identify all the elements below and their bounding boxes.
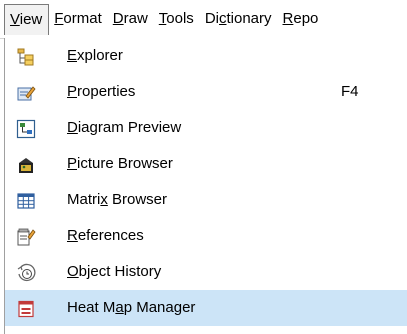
menu-item-shortcut: F4 (341, 83, 359, 100)
view-menu-dropdown: Explorer Properties F4 Diagram Preview P… (4, 38, 407, 334)
object-history-post: bject History (78, 263, 162, 280)
menu-item-label: Matrix Browser (67, 182, 167, 218)
menubar-draw-post: raw (123, 10, 148, 27)
references-icon (17, 228, 36, 246)
explorer-post: xplorer (77, 47, 123, 64)
menubar-report[interactable]: Repo (278, 4, 325, 34)
menu-item-object-history[interactable]: Object History (5, 254, 407, 290)
picture-browser-mnemonic: P (67, 155, 78, 172)
menubar-tools[interactable]: Tools (154, 4, 200, 34)
menubar-view-post: iew (19, 10, 43, 28)
menu-item-matrix-browser[interactable]: Matrix Browser (5, 182, 407, 218)
menu-item-label: Picture Browser (67, 146, 173, 182)
references-post: eferences (77, 227, 144, 244)
heat-map-manager-pre: Heat M (67, 299, 116, 316)
diagram-preview-post: iagram Preview (77, 119, 182, 136)
menubar-dictionary-post: tionary (226, 10, 272, 27)
menu-item-label: References (67, 218, 144, 254)
object-history-icon (17, 263, 36, 282)
matrix-browser-post: Browser (107, 191, 168, 208)
folder-tree-icon (17, 48, 34, 66)
menubar-draw-mnemonic: D (112, 10, 124, 27)
explorer-mnemonic: E (67, 47, 78, 64)
menu-item-picture-browser[interactable]: Picture Browser (5, 146, 407, 182)
diagram-preview-mnemonic: D (67, 119, 78, 136)
menubar-dictionary-pre: Di (204, 10, 219, 27)
menu-item-label: Object History (67, 254, 161, 290)
menu-item-references[interactable]: References (5, 218, 407, 254)
menubar-report-post: epo (293, 10, 319, 27)
heat-map-icon (18, 300, 34, 318)
picture-browser-icon (19, 158, 33, 173)
menu-item-heat-map-manager[interactable]: Heat Map Manager (5, 290, 407, 326)
heat-map-manager-mnemonic: a (115, 299, 124, 316)
menu-bar: View Format Draw Tools Dictionary Repo (0, 0, 407, 39)
menubar-view[interactable]: View (4, 3, 50, 35)
menu-item-diagram-preview[interactable]: Diagram Preview (5, 110, 407, 146)
properties-post: roperties (77, 83, 136, 100)
references-mnemonic: R (67, 227, 78, 244)
menubar-draw[interactable]: Draw (108, 4, 154, 34)
menu-item-explorer[interactable]: Explorer (5, 38, 407, 74)
menu-item-label: Explorer (67, 38, 123, 74)
menubar-format-post: ormat (63, 10, 102, 27)
picture-browser-post: icture Browser (77, 155, 173, 172)
properties-icon (17, 86, 36, 101)
menu-item-label: Diagram Preview (67, 110, 181, 146)
matrix-browser-icon (17, 193, 35, 209)
heat-map-manager-post: p Manager (123, 299, 196, 316)
menu-item-label: Properties (67, 74, 135, 110)
menu-item-label: Heat Map Manager (67, 290, 195, 326)
properties-mnemonic: P (67, 83, 78, 100)
menubar-dictionary[interactable]: Dictionary (200, 4, 278, 34)
menubar-report-mnemonic: R (282, 10, 294, 27)
menubar-view-mnemonic: V (10, 10, 20, 28)
matrix-browser-mnemonic: x (100, 191, 108, 208)
menu-item-properties[interactable]: Properties F4 (5, 74, 407, 110)
menubar-format[interactable]: Format (49, 4, 108, 34)
menubar-tools-post: ools (166, 10, 194, 27)
diagram-preview-icon (16, 119, 36, 139)
matrix-browser-pre: Matri (67, 191, 101, 208)
object-history-mnemonic: O (67, 263, 79, 280)
